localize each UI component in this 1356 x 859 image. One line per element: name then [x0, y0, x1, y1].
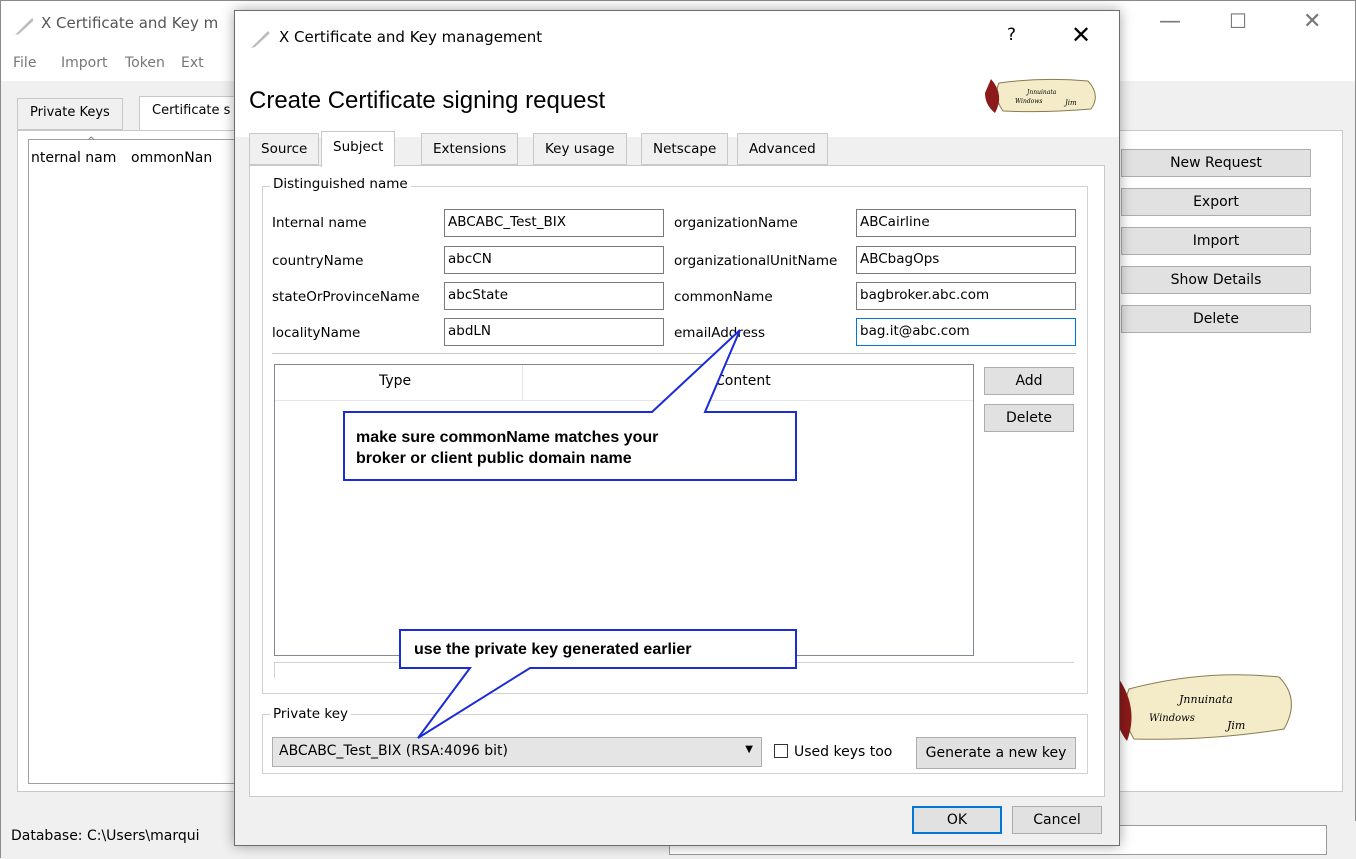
tab-subject[interactable]: Subject	[321, 131, 396, 167]
tab-netscape[interactable]: Netscape	[641, 133, 729, 165]
menu-extra[interactable]: Ext	[181, 55, 204, 71]
import-button[interactable]: Import	[1121, 227, 1311, 255]
internal-name-field[interactable]: ABCABC_Test_BIX	[444, 209, 664, 237]
svg-text:Jim: Jim	[1225, 719, 1245, 732]
tab-certificate-requests[interactable]: Certificate s	[139, 96, 244, 130]
content-column-header[interactable]: Content	[715, 373, 771, 389]
used-keys-checkbox[interactable]	[774, 744, 788, 758]
organization-name-label: organizationName	[674, 215, 798, 231]
locality-label: localityName	[272, 325, 361, 341]
country-name-field[interactable]: abcCN	[444, 246, 664, 274]
request-list[interactable]: nternal nam ommonNan ^	[28, 136, 239, 784]
private-key-select[interactable]: ABCABC_Test_BIX (RSA:4096 bit) ▼	[272, 737, 762, 767]
dialog-heading-area: Create Certificate signing request Jnnui…	[235, 67, 1119, 137]
tab-source[interactable]: Source	[249, 133, 320, 165]
extensions-table[interactable]: Type Content	[274, 364, 974, 656]
show-details-button[interactable]: Show Details	[1121, 266, 1311, 294]
add-button[interactable]: Add	[984, 367, 1074, 395]
org-unit-field[interactable]: ABCbagOps	[856, 246, 1076, 274]
menu-file[interactable]: File	[13, 55, 36, 71]
common-name-field[interactable]: bagbroker.abc.com	[856, 282, 1076, 310]
column-internal-name[interactable]: nternal nam	[31, 150, 131, 166]
internal-name-label: Internal name	[272, 215, 367, 231]
tab-private-keys[interactable]: Private Keys	[17, 98, 123, 130]
help-button[interactable]: ?	[1007, 25, 1016, 45]
column-common-name[interactable]: ommonNan	[131, 150, 239, 166]
xca-scroll-small-logo: Jnnuinata Windows Jim	[985, 78, 1096, 113]
tab-extensions[interactable]: Extensions	[421, 133, 519, 165]
svg-text:Windows: Windows	[1015, 98, 1043, 105]
organization-name-field[interactable]: ABCairline	[856, 209, 1076, 237]
org-unit-label: organizationalUnitName	[674, 253, 838, 269]
menu-import[interactable]: Import	[61, 55, 107, 71]
common-name-callout-line-1: make sure commonName matches your	[356, 429, 659, 446]
private-key-value: ABCABC_Test_BIX (RSA:4096 bit)	[279, 743, 508, 759]
maximize-button[interactable]: ☐	[1229, 9, 1247, 33]
state-label: stateOrProvinceName	[272, 289, 420, 305]
horizontal-scrollbar[interactable]	[274, 662, 1074, 678]
app-quill-icon	[15, 18, 34, 35]
menu-token[interactable]: Token	[125, 55, 165, 71]
generate-key-button[interactable]: Generate a new key	[916, 737, 1076, 769]
cancel-button[interactable]: Cancel	[1012, 806, 1102, 834]
separator	[272, 353, 1076, 354]
ok-button[interactable]: OK	[912, 806, 1002, 834]
dialog-title: X Certificate and Key management	[279, 28, 543, 46]
tab-advanced[interactable]: Advanced	[737, 133, 828, 165]
delete-request-button[interactable]: Delete	[1121, 305, 1311, 333]
table-header: Type Content	[275, 365, 973, 401]
main-window-title: X Certificate and Key m	[41, 14, 219, 32]
used-keys-label: Used keys too	[794, 744, 893, 760]
database-path: Database: C:\Users\marqui	[11, 828, 200, 844]
svg-text:Jnnuinata: Jnnuinata	[1025, 89, 1057, 96]
country-name-label: countryName	[272, 253, 364, 269]
tab-key-usage[interactable]: Key usage	[533, 133, 627, 165]
main-close-button[interactable]: ✕	[1303, 9, 1321, 34]
common-name-label: commonName	[674, 289, 773, 305]
email-label: emailAddress	[674, 325, 765, 341]
private-key-callout: use the private key generated earlier	[414, 641, 692, 658]
new-request-button[interactable]: New Request	[1121, 149, 1311, 177]
delete-button[interactable]: Delete	[984, 404, 1074, 432]
xca-scroll-logo: Jnnuinata Windows Jim	[1115, 674, 1292, 741]
page-title: Create Certificate signing request	[249, 87, 606, 114]
common-name-callout-line-2: broker or client public domain name	[356, 450, 632, 467]
state-field[interactable]: abcState	[444, 282, 664, 310]
export-button[interactable]: Export	[1121, 188, 1311, 216]
dialog-quill-icon	[251, 31, 270, 48]
private-key-title: Private key	[270, 706, 351, 722]
distinguished-name-title: Distinguished name	[270, 176, 411, 192]
svg-text:Windows: Windows	[1149, 713, 1195, 724]
email-field[interactable]: bag.it@abc.com	[856, 318, 1076, 346]
dialog-titlebar: X Certificate and Key management ? ✕	[235, 11, 1119, 67]
dialog-close-button[interactable]: ✕	[1071, 21, 1091, 49]
locality-field[interactable]: abdLN	[444, 318, 664, 346]
sort-caret-icon: ^	[87, 136, 96, 147]
chevron-down-icon: ▼	[745, 744, 753, 755]
minimize-button[interactable]: —	[1159, 9, 1181, 34]
svg-text:Jnnuinata: Jnnuinata	[1177, 693, 1233, 706]
svg-text:Jim: Jim	[1063, 99, 1077, 107]
column-divider	[522, 365, 523, 401]
type-column-header[interactable]: Type	[379, 373, 411, 389]
